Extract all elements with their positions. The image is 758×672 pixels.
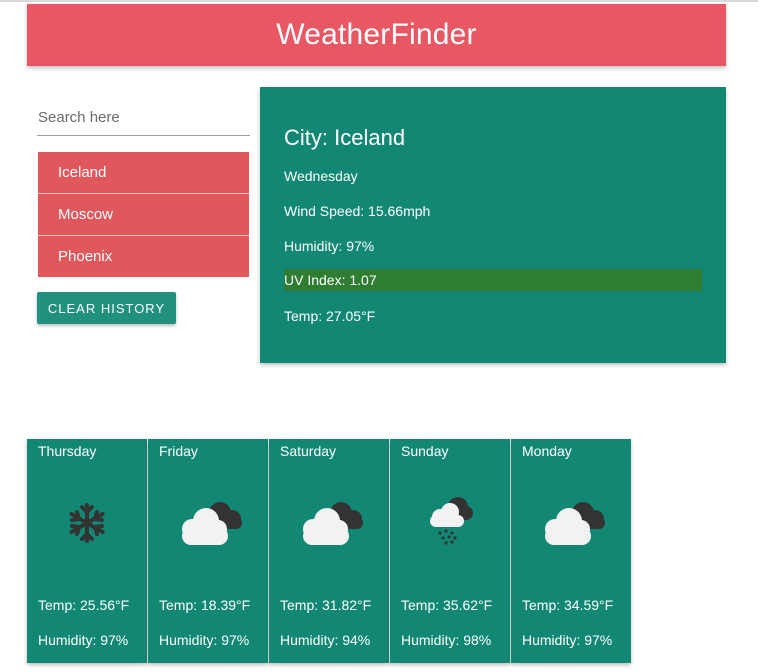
history-item-moscow[interactable]: Moscow [38,194,249,236]
forecast-card: Friday Temp: 18.39°F Humidity: 97% [148,439,268,663]
forecast-temp: Temp: 31.82°F [280,597,372,613]
search-input[interactable] [37,100,250,136]
history-item-iceland[interactable]: Iceland [38,152,249,194]
forecast-temp: Temp: 18.39°F [159,597,251,613]
forecast-temp: Temp: 34.59°F [522,597,614,613]
forecast-card: Monday Temp: 34.59°F Humidity: 97% [511,439,631,663]
current-temp: Temp: 27.05°F [284,308,376,324]
current-humidity: Humidity: 97% [284,238,375,254]
snow-icon [69,503,105,543]
history-item-phoenix[interactable]: Phoenix [38,236,249,277]
app-header: WeatherFinder [27,4,726,66]
current-wind-speed: Wind Speed: 15.66mph [284,203,431,219]
forecast-temp: Temp: 35.62°F [401,597,493,613]
forecast-card: Saturday Temp: 31.82°F Humidity: 94% [269,439,389,663]
cloudy-icon [303,502,363,545]
forecast-card: Sunday Temp: 35.62°F Humidity: 98% [390,439,510,663]
forecast-day: Monday [522,443,572,459]
forecast-day: Friday [159,443,198,459]
forecast-humidity: Humidity: 94% [280,632,371,648]
current-day: Wednesday [284,168,358,184]
five-day-forecast: Thursday Temp: 25.56°F Humidity: 97% Fri… [27,439,632,663]
app-title: WeatherFinder [276,18,477,51]
forecast-day: Saturday [280,443,337,459]
cloudy-icon [182,502,242,545]
current-uv-index: UV Index: 1.07 [284,269,702,291]
forecast-day: Thursday [38,443,97,459]
top-border [0,0,758,2]
cloudy-icon [545,502,605,545]
current-city: City: Iceland [284,125,406,150]
current-weather-card: City: Iceland Wednesday Wind Speed: 15.6… [260,87,726,363]
forecast-humidity: Humidity: 97% [522,632,613,648]
forecast-day: Sunday [401,443,449,459]
search-history-list: Iceland Moscow Phoenix [38,152,249,277]
rain-snow-icon [430,497,473,545]
clear-history-button[interactable]: CLEAR HISTORY [37,292,176,324]
forecast-temp: Temp: 25.56°F [38,597,130,613]
forecast-card: Thursday Temp: 25.56°F Humidity: 97% [27,439,147,663]
forecast-humidity: Humidity: 98% [401,632,492,648]
forecast-humidity: Humidity: 97% [38,632,129,648]
forecast-humidity: Humidity: 97% [159,632,250,648]
